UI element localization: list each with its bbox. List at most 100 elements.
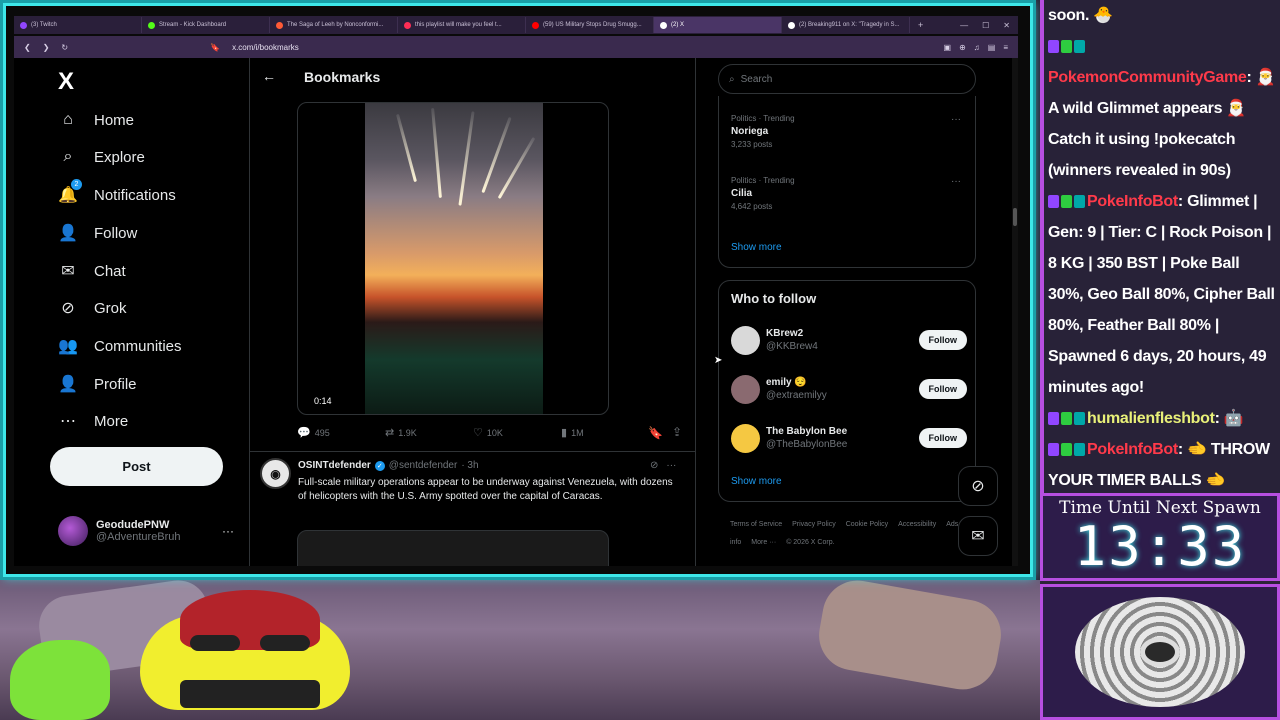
tab-label: The Saga of Leeh by Nonconformi... [287, 22, 384, 28]
avatar[interactable] [731, 423, 760, 453]
follow-button[interactable]: Follow [918, 379, 967, 399]
show-more-link[interactable]: Show more [731, 242, 782, 253]
arcade-controller [180, 680, 320, 708]
scrollbar[interactable] [1012, 58, 1018, 566]
back-icon[interactable]: ❮ [24, 43, 31, 52]
grok-button[interactable]: ⊘ [958, 466, 998, 506]
follow-suggestion[interactable]: emily 😌 @extraemilyy Follow [731, 372, 967, 406]
follow-suggestion[interactable]: The Babylon Bee @TheBabylonBee Follow [731, 421, 967, 455]
chat-username[interactable]: PokeInfoBot [1087, 193, 1178, 210]
more-options-icon[interactable]: ··· [666, 460, 676, 471]
chat-message: humalienfleshbot: 🤖 [1044, 403, 1280, 434]
trend-item[interactable]: Politics · Trending Cilia 4,642 posts [731, 176, 795, 211]
browser-tab[interactable]: (2) Breaking911 on X: "Tragedy in S... [782, 17, 910, 33]
reply-button[interactable]: 💬 495 [297, 426, 385, 439]
nav-item-explore[interactable]: ⌕ Explore [58, 147, 145, 167]
post-button[interactable]: Post [50, 447, 223, 486]
new-tab-icon[interactable]: + [910, 20, 931, 30]
bookmark-icon[interactable]: 🔖 [648, 426, 663, 440]
search-input[interactable]: ⌕ Search [718, 64, 976, 94]
x-logo[interactable]: X [58, 68, 74, 96]
more-options-icon[interactable]: ··· [951, 114, 961, 125]
avatar[interactable]: ◉ [260, 458, 291, 489]
tweet-author-name[interactable]: OSINTdefender [298, 460, 371, 471]
more-options-icon[interactable]: ··· [951, 176, 961, 187]
nav-item-chat[interactable]: ✉ Chat [58, 261, 125, 281]
video-player[interactable]: 0:14 [297, 102, 609, 415]
bookmark-page-icon[interactable]: 🔖 [210, 43, 220, 52]
tweet-text: Full-scale military operations appear to… [298, 477, 673, 502]
browser-tab[interactable]: (2) X [654, 17, 782, 33]
trend-posts: 4,642 posts [731, 202, 773, 211]
follow-button[interactable]: Follow [918, 330, 967, 350]
badge-icon [1074, 195, 1085, 209]
maximize-icon[interactable]: ☐ [982, 21, 989, 30]
footer-link[interactable]: More ··· [751, 539, 776, 546]
account-switcher[interactable]: GeodudePNW @AdventureBruh [58, 516, 181, 546]
tweet-time[interactable]: · 3h [461, 460, 478, 471]
repost-button[interactable]: ⇄ 1.9K [385, 426, 473, 439]
footer-link[interactable]: Privacy Policy [792, 521, 836, 528]
messages-button[interactable]: ✉ [958, 516, 998, 556]
back-arrow-icon[interactable]: ← [262, 68, 276, 84]
badge-icon [1074, 40, 1085, 54]
suggestion-name[interactable]: KBrew2 [766, 328, 818, 339]
avatar[interactable] [731, 325, 760, 355]
tweet-media[interactable] [297, 530, 609, 566]
tab-favicon-icon [276, 21, 283, 29]
follow-suggestion[interactable]: KBrew2 @KKBrew4 Follow [731, 323, 967, 357]
browser-tab[interactable]: The Saga of Leeh by Nonconformi... [270, 17, 398, 33]
badge-icon [1061, 40, 1072, 54]
window-controls[interactable]: — ☐ ✕ [960, 21, 1018, 30]
extension-icon[interactable]: ⊕ [959, 43, 966, 52]
nav-item-grok[interactable]: ⊘ Grok [58, 298, 126, 318]
reload-icon[interactable]: ↻ [61, 43, 68, 52]
nav-item-profile[interactable]: 👤 Profile [58, 374, 137, 394]
suggestion-handle: @TheBabylonBee [766, 439, 848, 450]
nav-item-home[interactable]: ⌂ Home [58, 110, 134, 130]
more-options-icon[interactable]: ··· [222, 524, 234, 538]
show-more-link[interactable]: Show more [731, 476, 782, 487]
url-field[interactable]: x.com/i/bookmarks [232, 43, 299, 52]
views-button[interactable]: ▮ 1M [561, 426, 649, 439]
extension-icon[interactable]: ♫ [974, 43, 980, 52]
extension-icon[interactable]: ▣ [944, 43, 952, 52]
footer-link[interactable]: Accessibility [898, 521, 936, 528]
browser-tab[interactable]: Stream - Kick Dashboard [142, 17, 270, 33]
footer-link[interactable]: Cookie Policy [846, 521, 888, 528]
chat-username[interactable]: PokemonCommunityGame [1048, 69, 1247, 86]
badge-icon [1074, 443, 1085, 457]
ball-center [1140, 637, 1180, 667]
chat-username[interactable]: PokeInfoBot [1087, 441, 1178, 458]
minimize-icon[interactable]: — [960, 21, 968, 30]
browser-tab[interactable]: this playlist will make you feel t... [398, 17, 526, 33]
menu-icon[interactable]: ≡ [1003, 43, 1008, 52]
stream-chat-overlay: soon. 🐣 PokemonCommunityGame: 🎅 A wild Gl… [1040, 0, 1280, 493]
forward-icon[interactable]: ❯ [43, 43, 50, 52]
close-icon[interactable]: ✕ [1003, 21, 1010, 30]
share-icon[interactable]: ⇪ [672, 425, 682, 439]
browser-tab[interactable]: (59) US Military Stops Drug Smugg... [526, 17, 654, 33]
chat-username[interactable]: humalienfleshbot [1087, 410, 1215, 427]
scrollbar-thumb[interactable] [1013, 208, 1017, 226]
suggestion-name[interactable]: emily 😌 [766, 377, 827, 388]
nav-item-more[interactable]: ⋯ More [58, 411, 128, 431]
nav-item-communities[interactable]: 👥 Communities [58, 336, 182, 356]
avatar[interactable] [731, 374, 760, 404]
nav-item-notifications[interactable]: 🔔 2 Notifications [58, 179, 176, 205]
footer-link[interactable]: Terms of Service [730, 521, 782, 528]
footer-link[interactable]: © 2026 X Corp. [786, 539, 834, 546]
tweet-author-handle[interactable]: @sentdefender [389, 460, 458, 471]
browser-tab[interactable]: (3) Twitch [14, 17, 142, 33]
grok-icon[interactable]: ⊘ [650, 460, 658, 471]
suggestion-name[interactable]: The Babylon Bee [766, 426, 847, 437]
trend-item[interactable]: Politics · Trending Noriega 3,233 posts [731, 114, 795, 149]
nav-item-follow[interactable]: 👤 Follow [58, 223, 137, 243]
trends-panel: Politics · Trending Noriega 3,233 posts … [718, 96, 976, 268]
follow-button[interactable]: Follow [918, 428, 967, 448]
extension-icon[interactable]: ▤ [988, 43, 996, 52]
like-button[interactable]: ♡ 10K [473, 426, 561, 439]
chat-text: soon. 🐣 [1048, 7, 1113, 24]
timer-ball-icon [1075, 597, 1245, 707]
communities-icon: 👥 [58, 338, 78, 355]
